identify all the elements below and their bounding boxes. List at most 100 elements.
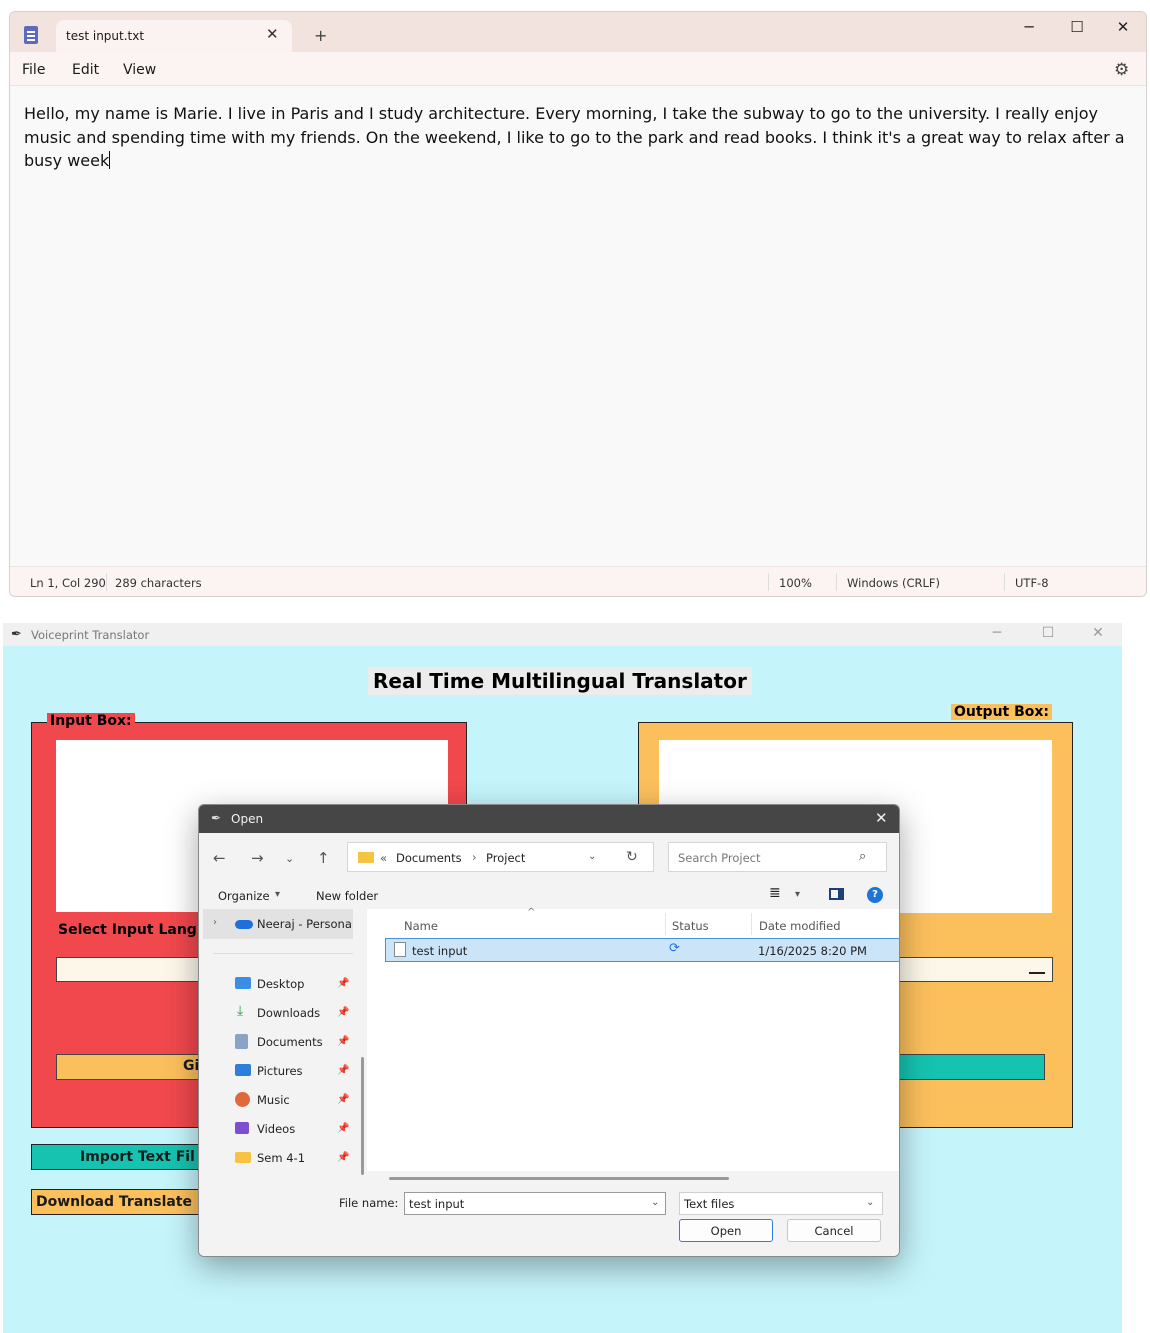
breadcrumb-project[interactable]: Project xyxy=(486,851,525,865)
file-date: 1/16/2025 8:20 PM xyxy=(758,944,867,958)
folder-icon xyxy=(358,852,374,863)
column-divider[interactable] xyxy=(665,913,666,935)
pin-icon: 📌 xyxy=(337,1065,350,1076)
text-file-icon xyxy=(394,942,406,957)
column-header-name[interactable]: Name xyxy=(404,919,438,933)
column-header-status[interactable]: Status xyxy=(672,919,709,933)
menu-file[interactable]: File xyxy=(22,62,45,78)
translator-titlebar[interactable]: ✒ Voiceprint Translator ─ ☐ ✕ xyxy=(3,623,1122,646)
nav-item-downloads[interactable]: ⤓ Downloads 📌 xyxy=(203,1002,353,1024)
nav-item-label: Music xyxy=(257,1093,290,1107)
back-arrow-icon[interactable]: ← xyxy=(213,849,226,867)
pin-icon: 📌 xyxy=(337,1007,350,1018)
file-name-input[interactable]: test input ⌄ xyxy=(404,1192,666,1215)
menu-edit[interactable]: Edit xyxy=(72,62,99,78)
file-row[interactable]: test input ⟳ 1/16/2025 8:20 PM xyxy=(385,938,899,962)
open-button[interactable]: Open xyxy=(679,1219,773,1242)
pictures-icon xyxy=(235,1064,251,1076)
output-box-label: Output Box: xyxy=(951,704,1053,720)
dialog-footer: File name: test input ⌄ Text files ⌄ Ope… xyxy=(199,1185,899,1256)
column-header-date[interactable]: Date modified xyxy=(759,919,841,933)
status-line-endings[interactable]: Windows (CRLF) xyxy=(847,576,940,590)
address-chevron-down-icon[interactable]: ⌄ xyxy=(588,851,596,862)
folder-icon xyxy=(235,1152,251,1163)
notepad-statusbar: Ln 1, Col 290 289 characters 100% Window… xyxy=(10,566,1146,596)
pin-icon: 📌 xyxy=(337,1036,350,1047)
file-name-chevron-down-icon[interactable]: ⌄ xyxy=(651,1197,659,1208)
close-button[interactable]: ✕ xyxy=(1108,18,1138,36)
help-icon[interactable]: ? xyxy=(867,887,883,903)
documents-icon xyxy=(235,1034,248,1049)
search-box[interactable]: Search Project ⌕ xyxy=(668,842,887,872)
up-arrow-icon[interactable]: ↑ xyxy=(317,849,330,867)
forward-arrow-icon[interactable]: → xyxy=(251,849,264,867)
minimize-button[interactable]: ─ xyxy=(985,625,1009,641)
nav-onedrive-row[interactable]: › Neeraj - Persona xyxy=(203,909,353,939)
file-type-chevron-down-icon[interactable]: ⌄ xyxy=(866,1197,874,1208)
view-list-icon[interactable]: ≣ xyxy=(769,885,781,901)
nav-item-videos[interactable]: Videos 📌 xyxy=(203,1118,353,1140)
nav-item-documents[interactable]: Documents 📌 xyxy=(203,1031,353,1053)
preview-pane-icon[interactable] xyxy=(829,888,844,900)
status-position: Ln 1, Col 290 xyxy=(30,576,106,590)
column-divider[interactable] xyxy=(751,913,752,935)
nav-item-label: Desktop xyxy=(257,977,305,991)
nav-item-pictures[interactable]: Pictures 📌 xyxy=(203,1060,353,1082)
pin-icon: 📌 xyxy=(337,978,350,989)
search-icon[interactable]: ⌕ xyxy=(859,849,866,864)
new-tab-button[interactable]: + xyxy=(314,26,327,45)
combobox-arrow-icon[interactable] xyxy=(1029,964,1045,974)
text-caret xyxy=(109,151,111,169)
organize-button[interactable]: Organize xyxy=(218,889,270,903)
search-input[interactable]: Search Project xyxy=(678,851,761,865)
nav-item-desktop[interactable]: Desktop 📌 xyxy=(203,973,353,995)
file-list: ^ Name Status Date modified test input ⟳… xyxy=(367,907,899,1185)
settings-gear-icon[interactable]: ⚙ xyxy=(1114,60,1129,80)
nav-divider xyxy=(213,953,353,954)
file-type-select[interactable]: Text files ⌄ xyxy=(679,1192,883,1215)
onedrive-cloud-icon xyxy=(235,920,253,929)
pin-icon: 📌 xyxy=(337,1094,350,1105)
organize-chevron-icon[interactable]: ▾ xyxy=(275,889,280,900)
status-zoom[interactable]: 100% xyxy=(779,576,812,590)
notepad-text-area[interactable]: Hello, my name is Marie. I live in Paris… xyxy=(24,102,1142,173)
tab-close-icon[interactable]: ✕ xyxy=(266,25,279,43)
notepad-app-icon xyxy=(24,26,38,44)
file-type-value: Text files xyxy=(684,1197,735,1211)
file-name-label: File name: xyxy=(339,1196,399,1210)
translator-window-title: Voiceprint Translator xyxy=(31,628,150,642)
view-chevron-icon[interactable]: ▾ xyxy=(795,889,800,900)
select-input-language-label: Select Input Lang xyxy=(58,922,197,938)
nav-item-label: Sem 4-1 xyxy=(257,1151,306,1165)
pin-icon: 📌 xyxy=(337,1123,350,1134)
nav-item-music[interactable]: Music 📌 xyxy=(203,1089,353,1111)
menu-view[interactable]: View xyxy=(123,62,156,78)
refresh-icon[interactable]: ↻ xyxy=(626,849,638,865)
file-name-value: test input xyxy=(409,1197,465,1211)
minimize-button[interactable]: ─ xyxy=(1014,18,1044,36)
cancel-button[interactable]: Cancel xyxy=(787,1219,881,1242)
feather-icon: ✒ xyxy=(11,627,22,642)
nav-onedrive-label: Neeraj - Persona xyxy=(257,917,352,931)
status-encoding[interactable]: UTF-8 xyxy=(1015,576,1049,590)
address-bar[interactable]: « Documents › Project ⌄ ↻ xyxy=(347,842,654,872)
maximize-button[interactable]: ☐ xyxy=(1062,18,1092,36)
breadcrumb-documents[interactable]: Documents xyxy=(396,851,462,865)
notepad-tab[interactable]: test input.txt ✕ xyxy=(56,20,292,52)
breadcrumb-overflow[interactable]: « xyxy=(380,851,387,865)
nav-item-label: Downloads xyxy=(257,1006,321,1020)
nav-scrollbar[interactable] xyxy=(361,1057,364,1175)
dialog-titlebar[interactable]: ✒ Open ✕ xyxy=(199,805,899,833)
app-heading: Real Time Multilingual Translator xyxy=(368,667,752,695)
new-folder-button[interactable]: New folder xyxy=(316,889,378,903)
notepad-titlebar[interactable]: test input.txt ✕ + ─ ☐ ✕ xyxy=(10,12,1146,52)
nav-item-sem-4-1[interactable]: Sem 4-1 📌 xyxy=(203,1147,353,1169)
recent-chevron-down-icon[interactable]: ⌄ xyxy=(285,852,294,865)
dialog-close-icon[interactable]: ✕ xyxy=(875,809,888,827)
breadcrumb-separator-icon: › xyxy=(472,850,477,864)
horizontal-scrollbar[interactable] xyxy=(389,1177,729,1180)
navigation-pane: › Neeraj - Persona Desktop 📌 ⤓ Downloads… xyxy=(203,909,364,1185)
maximize-button[interactable]: ☐ xyxy=(1036,625,1060,641)
close-button[interactable]: ✕ xyxy=(1086,625,1110,641)
expand-chevron-icon[interactable]: › xyxy=(213,917,217,928)
